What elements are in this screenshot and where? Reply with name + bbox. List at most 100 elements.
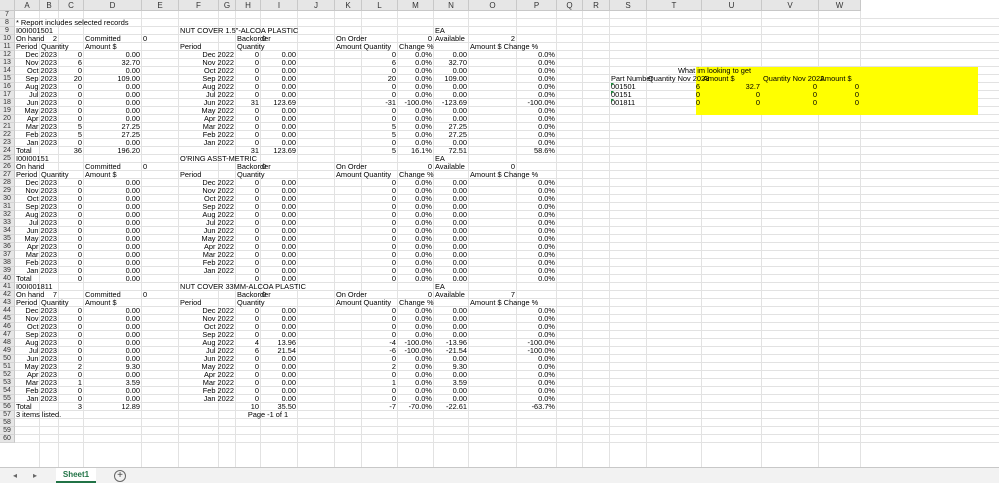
column-header[interactable]: R [583, 0, 610, 11]
column-header[interactable]: K [335, 0, 362, 11]
label-amount: Amount $ [85, 42, 117, 51]
qty-change: 0 [391, 370, 396, 379]
column-header[interactable]: E [142, 0, 179, 11]
row-header[interactable]: 27 [0, 171, 15, 179]
yellow-box-header: Amount $ [703, 74, 735, 83]
qty-change: 0 [391, 202, 396, 211]
qty-change: 0 [391, 106, 396, 115]
gridline [15, 130, 999, 131]
column-header[interactable]: O [469, 0, 517, 11]
gridline [15, 210, 999, 211]
gridline [15, 338, 999, 339]
row-header[interactable]: 8 [0, 19, 15, 27]
label-amount: Amount $ [85, 298, 117, 307]
qty-change: 0 [391, 306, 396, 315]
column-header[interactable]: G [219, 0, 236, 11]
gridline [15, 138, 999, 139]
period-2022: Jan 2022 [203, 266, 234, 275]
row-header[interactable]: 43 [0, 299, 15, 307]
row-header[interactable]: 26 [0, 163, 15, 171]
label-amount-quantity: Amount Quantity [336, 298, 392, 307]
yellow-box-amount-2022: 0 [854, 82, 859, 91]
total-amount-change-pct: 58.6% [534, 146, 555, 155]
row-header[interactable]: 60 [0, 435, 15, 443]
column-header[interactable]: V [762, 0, 819, 11]
column-header[interactable]: L [362, 0, 398, 11]
column-header[interactable]: D [84, 0, 142, 11]
page-footer: Page -1 of 1 [247, 410, 289, 419]
total-qty-2023: 0 [77, 274, 82, 283]
gridline [15, 218, 999, 219]
yellow-box-amount-2023: 0 [755, 98, 760, 107]
column-header[interactable]: M [398, 0, 434, 11]
error-indicator-icon[interactable] [611, 83, 614, 86]
label-period: Period [180, 42, 202, 51]
row-header[interactable]: 41 [0, 283, 15, 291]
gridline [178, 11, 179, 467]
column-header[interactable]: W [819, 0, 861, 11]
gridline [15, 234, 999, 235]
row-header[interactable]: 59 [0, 427, 15, 435]
row-header[interactable]: 7 [0, 11, 15, 19]
row-header[interactable]: 25 [0, 155, 15, 163]
column-header[interactable]: T [647, 0, 702, 11]
label-quantity: Quantity [237, 298, 265, 307]
label-amount: Amount $ [85, 170, 117, 179]
total-qty-change-pct: -70.0% [408, 402, 432, 411]
row-header[interactable]: 10 [0, 35, 15, 43]
column-header[interactable]: Q [557, 0, 583, 11]
total-amount-change-pct: -63.7% [531, 402, 555, 411]
error-indicator-icon[interactable] [611, 99, 614, 102]
label-amount-change: Amount $ Change % [470, 170, 539, 179]
row-header[interactable]: 9 [0, 27, 15, 35]
label-quantity: Quantity [237, 170, 265, 179]
qty-change: 0 [391, 242, 396, 251]
column-header[interactable]: C [59, 0, 84, 11]
total-amount-2023: 0.00 [125, 274, 140, 283]
row-header[interactable]: 58 [0, 419, 15, 427]
error-indicator-icon[interactable] [611, 91, 614, 94]
tab-sheet1[interactable]: Sheet1 [56, 468, 96, 483]
total-qty-change-pct: 0.0% [415, 274, 432, 283]
scroll-tabs-right-icon[interactable]: ▸ [28, 470, 42, 482]
row-header[interactable]: 56 [0, 403, 15, 411]
column-header[interactable]: J [298, 0, 335, 11]
yellow-box-qty-2022: 0 [812, 98, 817, 107]
gridline [15, 378, 999, 379]
column-header[interactable]: H [236, 0, 261, 11]
gridline [468, 11, 469, 467]
yellow-box-qty-2022: 0 [812, 90, 817, 99]
column-header[interactable]: A [15, 0, 40, 11]
label-period: Period [180, 298, 202, 307]
add-sheet-icon[interactable]: + [114, 470, 126, 482]
yellow-box-amount-2022: 0 [854, 98, 859, 107]
gridline [15, 434, 999, 435]
column-header[interactable]: S [610, 0, 647, 11]
column-header[interactable]: F [179, 0, 219, 11]
gridline [15, 410, 999, 411]
column-header[interactable]: B [40, 0, 59, 11]
label-amount-change: Amount $ Change % [470, 298, 539, 307]
qty-change: 2 [391, 362, 396, 371]
row-header[interactable]: 11 [0, 43, 15, 51]
row-header[interactable]: 40 [0, 275, 15, 283]
column-header[interactable]: N [434, 0, 469, 11]
gridline [15, 402, 999, 403]
gridline [15, 282, 999, 283]
select-all-corner[interactable] [0, 0, 15, 11]
row-header[interactable]: 42 [0, 291, 15, 299]
label-quantity: Quantity [237, 42, 265, 51]
column-header[interactable]: P [517, 0, 557, 11]
gridline [15, 362, 999, 363]
row-header[interactable]: 24 [0, 147, 15, 155]
spreadsheet-grid[interactable]: A B C D E F G H I J K L M N O P Q R S T U V W 7 8 9 10 11 12 13 14 15 16… [0, 0, 999, 467]
qty-change: 0 [391, 114, 396, 123]
gridline [83, 11, 84, 467]
period-2022: Jan 2022 [203, 138, 234, 147]
column-header[interactable]: U [702, 0, 762, 11]
scroll-tabs-left-icon[interactable]: ◂ [8, 470, 22, 482]
column-header[interactable]: I [261, 0, 298, 11]
gridline [556, 11, 557, 467]
row-header[interactable]: 57 [0, 411, 15, 419]
gridline [15, 266, 999, 267]
